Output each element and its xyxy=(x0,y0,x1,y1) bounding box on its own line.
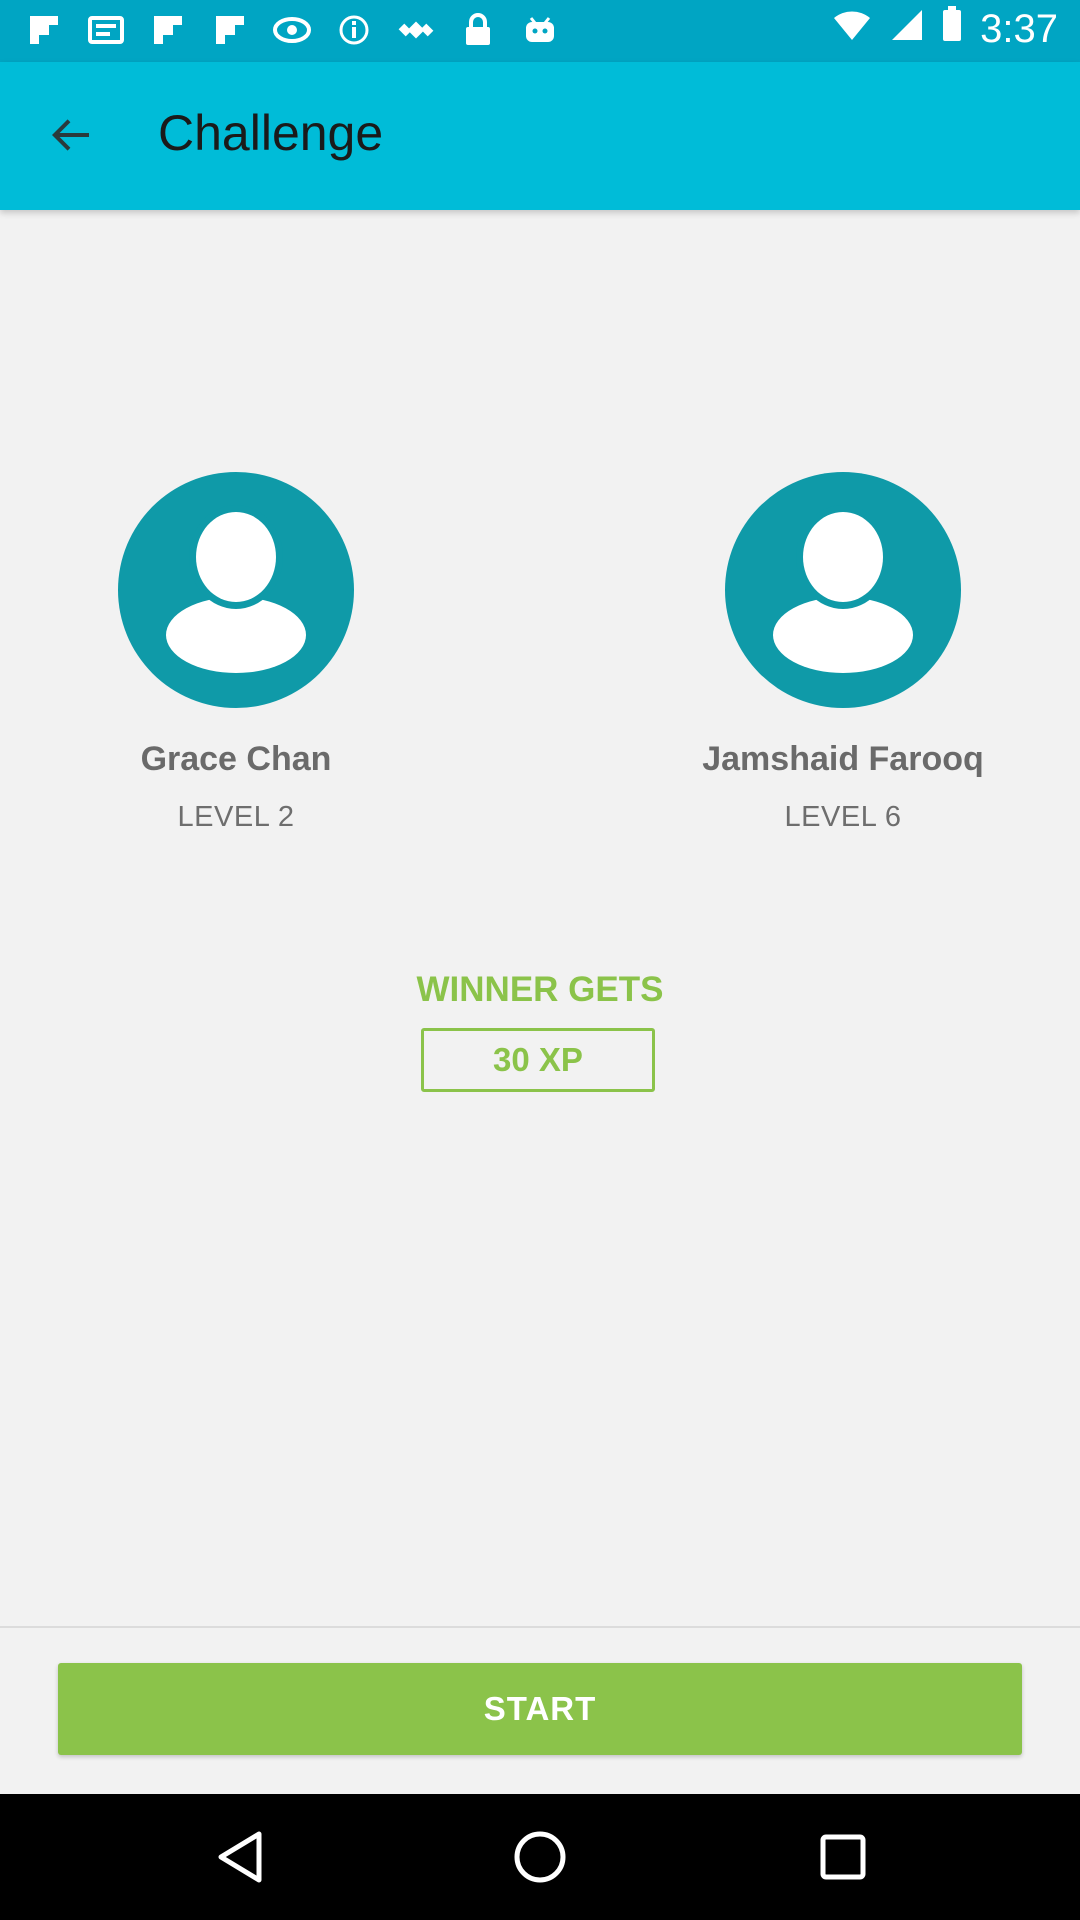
person-icon xyxy=(773,505,913,673)
person-icon xyxy=(166,505,306,673)
news-icon xyxy=(86,10,126,50)
notification-icons xyxy=(24,10,560,50)
back-button[interactable] xyxy=(36,106,106,166)
player-card-2: Jamshaid Farooq LEVEL 6 xyxy=(653,472,1033,834)
signal-icon xyxy=(890,7,924,52)
player-name: Grace Chan xyxy=(140,740,332,778)
player-level: LEVEL 2 xyxy=(177,801,295,833)
arrow-back-icon xyxy=(52,119,89,151)
winner-gets-label: WINNER GETS xyxy=(416,970,664,1009)
player-level: LEVEL 6 xyxy=(784,801,902,833)
flipboard-icon xyxy=(148,10,188,50)
divider xyxy=(0,1626,1080,1628)
app-bar: Challenge xyxy=(0,62,1080,210)
player-card-1: Grace Chan LEVEL 2 xyxy=(46,472,426,834)
flipboard-icon xyxy=(210,10,250,50)
nav-back-button[interactable] xyxy=(205,1822,275,1892)
avatar[interactable] xyxy=(725,472,961,708)
battery-icon xyxy=(942,6,962,52)
recents-square-icon xyxy=(820,1834,866,1880)
start-button[interactable]: START xyxy=(58,1663,1022,1755)
navigation-bar xyxy=(0,1794,1080,1920)
player-name: Jamshaid Farooq xyxy=(702,740,984,778)
android-icon xyxy=(520,10,560,50)
nav-home-button[interactable] xyxy=(505,1822,575,1892)
home-circle-icon xyxy=(514,1831,566,1883)
fake-gps-icon xyxy=(396,10,436,50)
info-icon xyxy=(334,10,374,50)
back-triangle-icon xyxy=(218,1831,262,1883)
eye-icon xyxy=(272,10,312,50)
flipboard-icon xyxy=(24,10,64,50)
page-title: Challenge xyxy=(158,105,384,161)
nav-recents-button[interactable] xyxy=(808,1822,878,1892)
status-bar: 3:37 xyxy=(0,0,1080,62)
reward-badge: 30 XP xyxy=(421,1028,655,1092)
clock: 3:37 xyxy=(980,6,1058,51)
avatar[interactable] xyxy=(118,472,354,708)
wifi-icon xyxy=(832,7,872,52)
system-status: 3:37 xyxy=(832,6,1058,52)
lock-icon xyxy=(458,10,498,50)
